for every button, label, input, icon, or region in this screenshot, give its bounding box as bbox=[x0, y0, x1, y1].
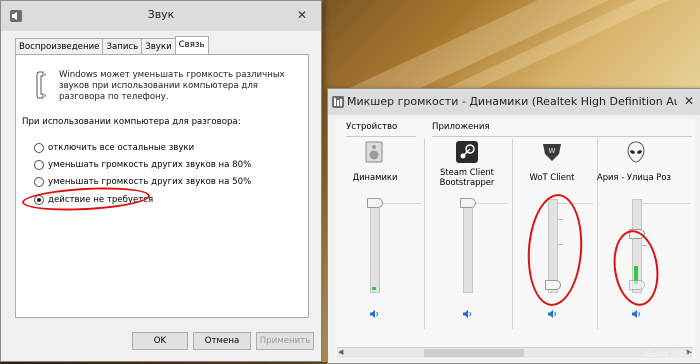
horizontal-scrollbar[interactable]: ◀ ▶ bbox=[337, 347, 693, 358]
steam-icon[interactable] bbox=[456, 141, 478, 163]
column-separator bbox=[597, 139, 598, 329]
channel-label-steam: Steam Client Bootstrapper bbox=[439, 167, 495, 187]
device-section-divider bbox=[346, 136, 416, 137]
volume-track[interactable] bbox=[463, 199, 473, 293]
tab-sounds[interactable]: Звуки bbox=[141, 38, 176, 54]
apps-section-divider bbox=[432, 136, 692, 137]
red-annotation-ellipse bbox=[524, 192, 586, 308]
radio-reduce-80[interactable]: уменьшать громкость других звуков на 80% bbox=[34, 159, 251, 171]
close-button[interactable]: ✕ bbox=[289, 6, 315, 24]
volume-slider-thumb[interactable] bbox=[367, 198, 383, 208]
sound-dialog-titlebar[interactable]: Звук ✕ bbox=[1, 1, 321, 31]
speaker-mute-icon[interactable] bbox=[631, 309, 641, 319]
mixer-titlebar[interactable]: Микшер громкости - Динамики (Realtek Hig… bbox=[328, 89, 700, 115]
communications-panel: Windows может уменьшать громкость различ… bbox=[15, 54, 309, 318]
volume-slider-thumb[interactable] bbox=[460, 198, 476, 208]
speaker-mute-icon[interactable] bbox=[462, 309, 472, 319]
peak-meter bbox=[372, 287, 376, 290]
mixer-icon bbox=[332, 96, 344, 108]
wot-icon[interactable]: W bbox=[541, 141, 563, 163]
tab-playback[interactable]: Воспроизведение bbox=[15, 38, 104, 54]
phone-icon bbox=[36, 71, 46, 99]
device-section-label: Устройство bbox=[346, 122, 398, 132]
apply-button[interactable]: Применить bbox=[256, 332, 314, 350]
red-annotation-ellipse bbox=[21, 184, 151, 214]
radio-mute-all[interactable]: отключить все остальные звуки bbox=[34, 142, 194, 154]
channel-label-speakers: Динамики bbox=[352, 172, 398, 182]
volume-mixer-window: Микшер громкости - Динамики (Realtek Hig… bbox=[327, 88, 700, 364]
apps-section-label: Приложения bbox=[432, 122, 490, 132]
speaker-mute-icon[interactable] bbox=[369, 309, 379, 319]
radio-indicator[interactable] bbox=[34, 143, 44, 153]
radio-indicator[interactable] bbox=[34, 177, 44, 187]
radio-indicator[interactable] bbox=[34, 160, 44, 170]
speaker-mute-icon[interactable] bbox=[547, 309, 557, 319]
sound-dialog: Звук ✕ Воспроизведение Запись Звуки Связ… bbox=[0, 0, 322, 362]
slider-guide bbox=[640, 203, 690, 204]
tab-recording[interactable]: Запись bbox=[102, 38, 143, 54]
radio-label: уменьшать громкость других звуков на 80% bbox=[48, 160, 252, 170]
column-separator bbox=[512, 139, 513, 329]
radio-label: отключить все остальные звуки bbox=[48, 143, 195, 153]
volume-track[interactable] bbox=[370, 199, 380, 293]
description-text: Windows может уменьшать громкость различ… bbox=[59, 70, 285, 102]
mixer-title: Микшер громкости - Динамики (Realtek Hig… bbox=[347, 95, 677, 108]
options-heading: При использовании компьютера для разгово… bbox=[22, 117, 241, 127]
close-button[interactable]: ✕ bbox=[679, 93, 699, 109]
tab-bar: Воспроизведение Запись Звуки Связь bbox=[15, 36, 209, 55]
channel-label-aimp: Ария - Улица Роз bbox=[597, 172, 671, 182]
mixer-content: Устройство Приложения Динамики Steam Cli… bbox=[335, 119, 695, 359]
scrollbar-thumb[interactable] bbox=[424, 349, 524, 357]
channel-label-wot: WoT Client bbox=[529, 172, 575, 182]
scroll-left-arrow-icon[interactable]: ◀ bbox=[338, 348, 343, 356]
speaker-device-icon[interactable] bbox=[363, 141, 385, 163]
cancel-button[interactable]: Отмена bbox=[193, 332, 251, 350]
svg-text:W: W bbox=[549, 147, 556, 155]
red-annotation-ellipse bbox=[608, 227, 664, 309]
aimp-alien-icon[interactable] bbox=[625, 141, 647, 163]
slider-guide bbox=[377, 203, 422, 204]
radio-label: уменьшать громкость других звуков на 50% bbox=[48, 177, 252, 187]
tab-communications[interactable]: Связь bbox=[174, 36, 209, 54]
radio-reduce-50[interactable]: уменьшать громкость других звуков на 50% bbox=[34, 176, 251, 188]
ok-button[interactable]: OK bbox=[132, 332, 188, 350]
build-watermark: Build 9600 bbox=[645, 350, 694, 360]
column-separator bbox=[424, 139, 425, 329]
dialog-title: Звук bbox=[147, 8, 175, 21]
